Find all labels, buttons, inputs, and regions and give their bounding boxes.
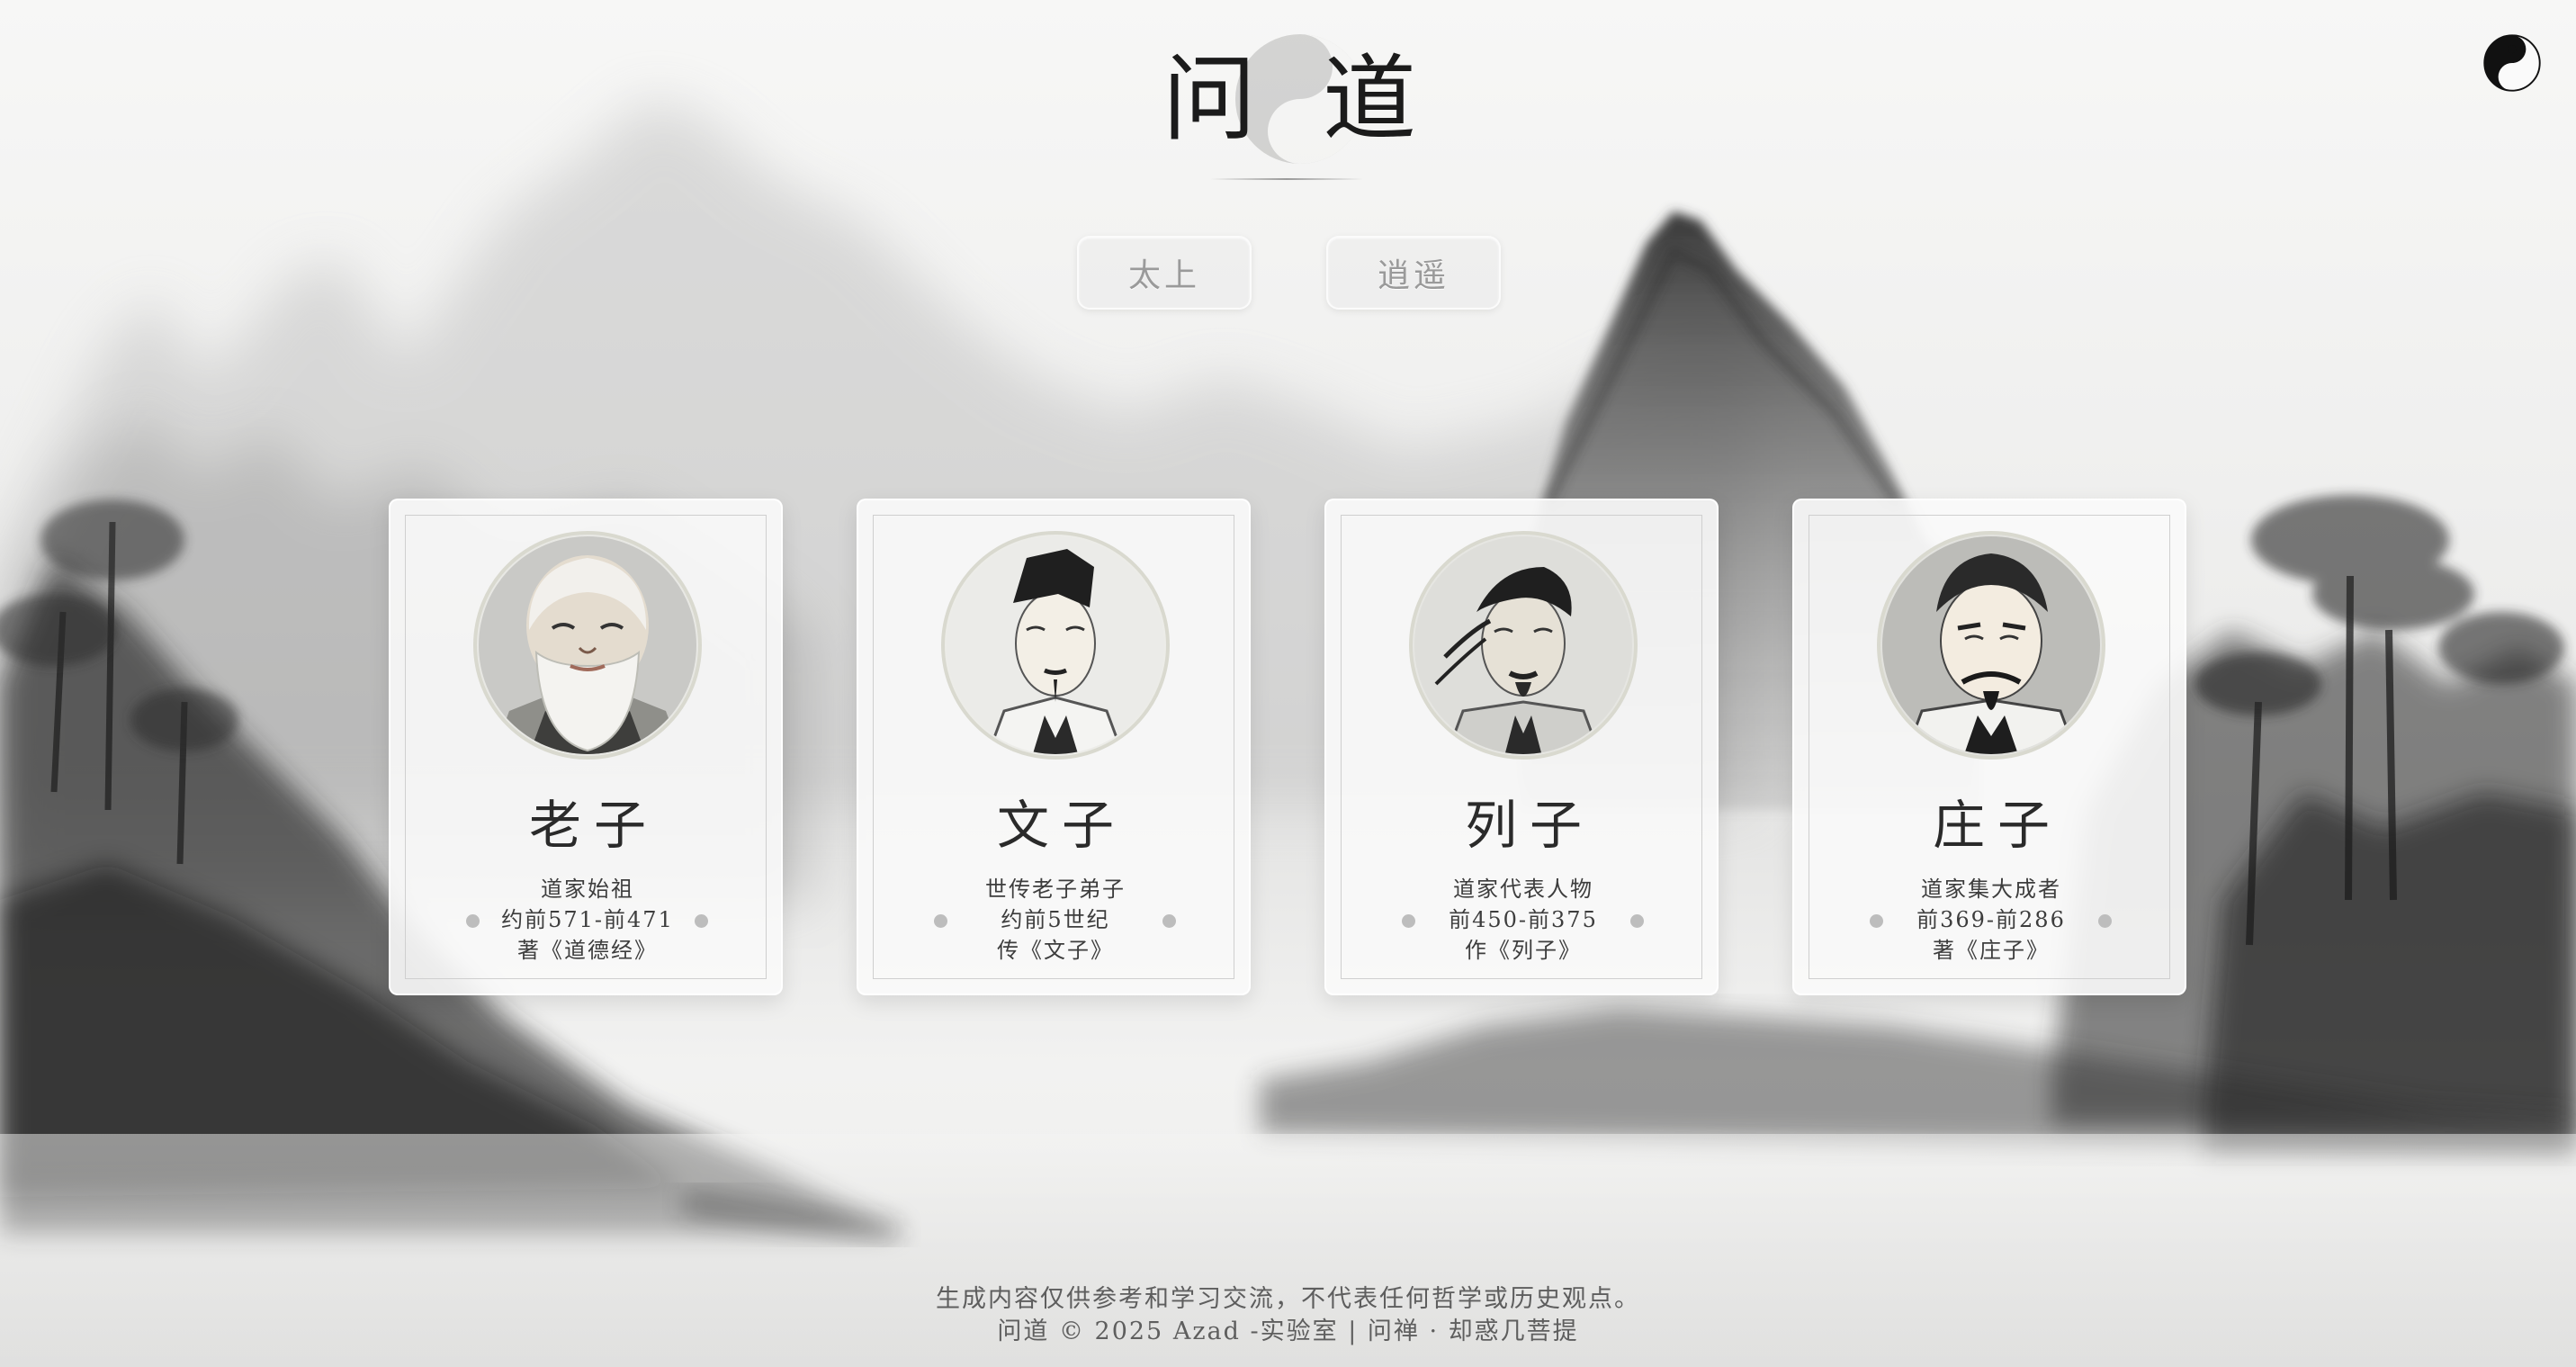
sage-name: 文子 [996,795,1126,856]
card-ornament-dot [2098,914,2112,928]
sage-card-laozi[interactable]: 老子 道家始祖 约前571-前471 著《道德经》 [389,499,783,995]
sage-work: 著《道德经》 [517,938,658,963]
sage-title: 道家集大成者 [1921,877,2061,902]
mode-button-taishang[interactable]: 太上 [1077,236,1252,310]
sage-work: 著《庄子》 [1933,938,2050,963]
title-char-left: 问 [1162,44,1257,154]
sage-card-zhuangzi[interactable]: 庄子 道家集大成者 前369-前286 著《庄子》 [1792,499,2186,995]
card-ornament-dot [934,914,947,928]
sage-dates: 前450-前375 [1449,907,1598,932]
sage-name: 老子 [528,795,659,856]
sage-dates: 约前571-前471 [501,907,674,932]
liezi-portrait [1409,531,1638,760]
card-ornament-dot [1162,914,1176,928]
card-ornament-dot [1402,914,1415,928]
sage-name: 庄子 [1932,795,2062,856]
title-char-right: 道 [1323,44,1417,154]
card-ornament-dot [1630,914,1644,928]
site-logo: 问 道 [1107,27,1467,189]
mode-button-xiaoyao[interactable]: 逍遥 [1326,236,1501,310]
card-ornament-dot [466,914,480,928]
sage-work: 作《列子》 [1465,938,1582,963]
zhuangzi-portrait [1877,531,2105,760]
sage-card-liezi[interactable]: 列子 道家代表人物 前450-前375 作《列子》 [1324,499,1719,995]
sage-work: 传《文子》 [997,938,1114,963]
yin-yang-icon [2483,34,2541,92]
footer-disclaimer: 生成内容仅供参考和学习交流，不代表任何哲学或历史观点。 [936,1285,1640,1313]
sage-title: 道家代表人物 [1453,877,1593,902]
theme-toggle-button[interactable] [2483,34,2541,92]
card-ornament-dot [1870,914,1883,928]
wenzi-portrait [941,531,1170,760]
card-ornament-dot [695,914,708,928]
sage-title: 世传老子弟子 [985,877,1126,902]
footer-copyright: 问道 © 2025 Azad -实验室 | 问禅 · 却惑几菩提 [997,1318,1579,1345]
sage-name: 列子 [1464,795,1594,856]
sage-card-wenzi[interactable]: 文子 世传老子弟子 约前5世纪 传《文子》 [857,499,1251,995]
sage-dates: 前369-前286 [1916,907,2066,932]
laozi-portrait [473,531,702,760]
sage-dates: 约前5世纪 [1001,907,1110,932]
title-divider [1210,178,1363,180]
sage-title: 道家始祖 [541,877,634,902]
ink-landscape-background [0,99,2576,1367]
